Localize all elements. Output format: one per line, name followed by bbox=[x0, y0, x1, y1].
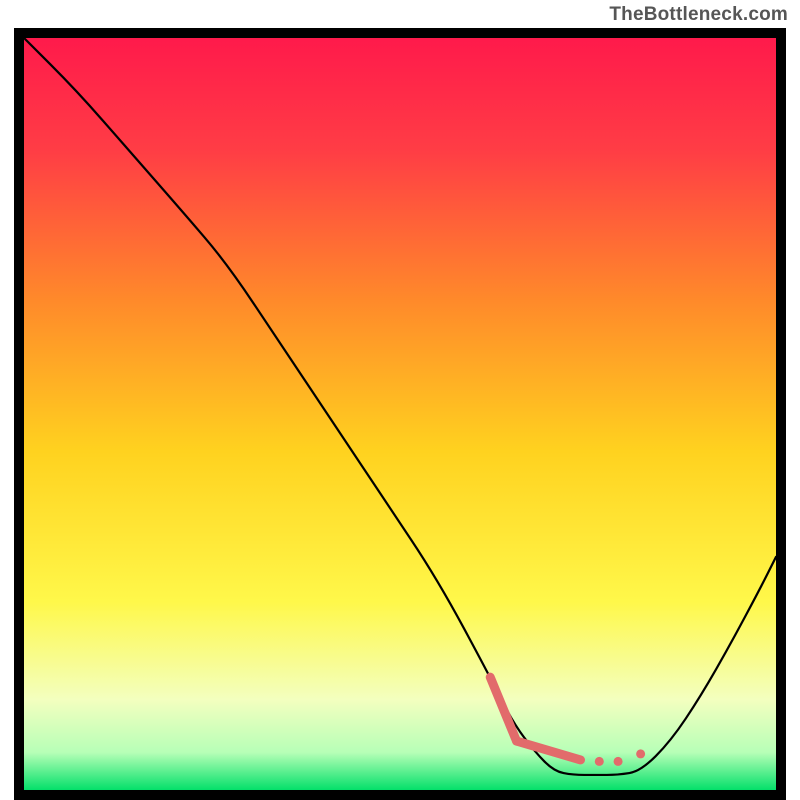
watermark-text: TheBottleneck.com bbox=[609, 4, 788, 26]
chart-frame bbox=[14, 28, 786, 800]
gradient-background bbox=[24, 38, 776, 790]
chart-plot-area bbox=[24, 38, 776, 790]
dot-optimal-zone bbox=[636, 749, 645, 758]
dot-optimal-zone bbox=[614, 757, 623, 766]
chart-svg bbox=[24, 38, 776, 790]
dot-optimal-zone bbox=[595, 757, 604, 766]
